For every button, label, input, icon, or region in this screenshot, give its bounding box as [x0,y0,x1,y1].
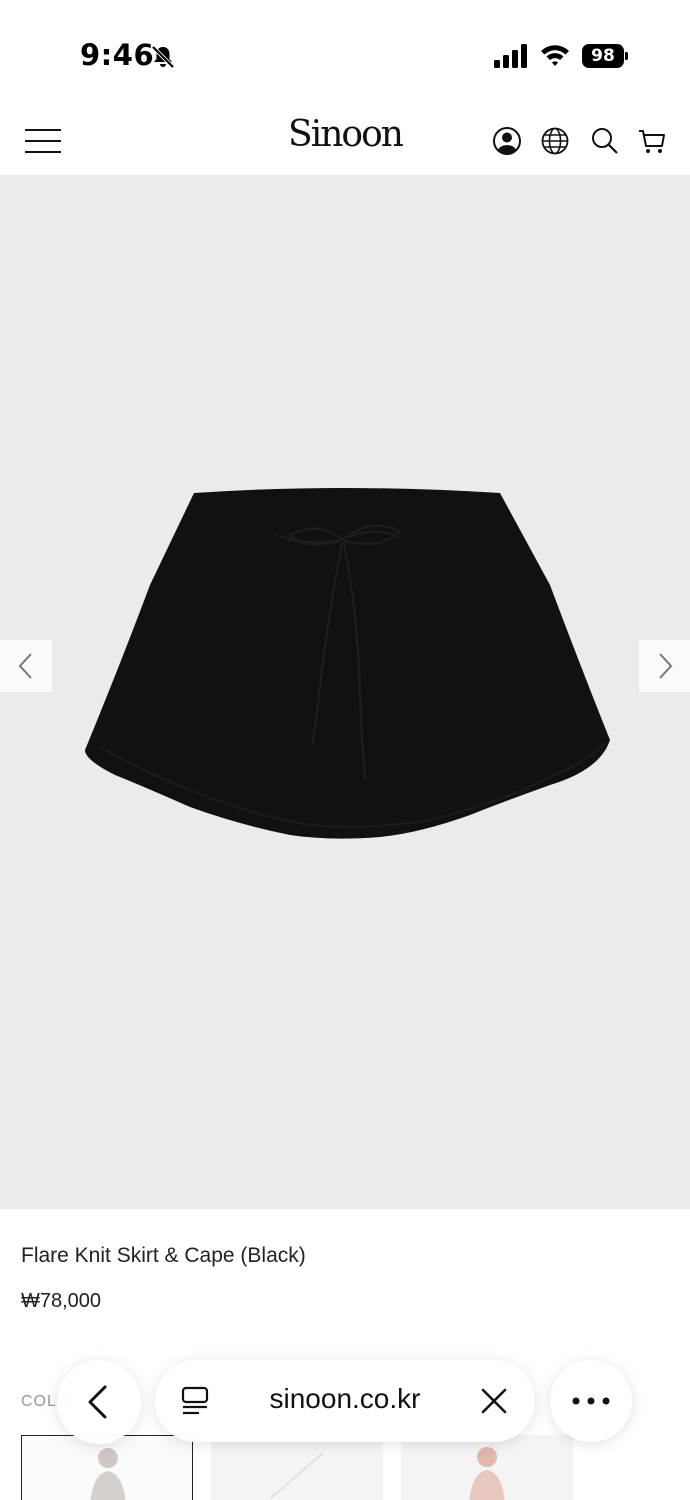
cellular-signal-icon [494,44,527,68]
more-dots-icon [572,1397,610,1405]
battery-level: 98 [582,44,624,68]
browser-back-button[interactable] [57,1360,141,1444]
product-price: ₩78,000 [21,1290,102,1312]
browser-url[interactable]: sinoon.co.kr [230,1383,460,1415]
browser-address-bar[interactable]: sinoon.co.kr [155,1360,535,1442]
battery-nub [625,52,628,60]
account-icon[interactable] [492,126,522,156]
chevron-right-icon [659,653,673,679]
product-gallery[interactable] [0,175,690,1209]
globe-icon[interactable] [540,126,570,156]
status-time: 9:46 [80,38,155,72]
browser-more-button[interactable] [550,1360,632,1442]
search-icon[interactable] [590,126,620,156]
site-logo[interactable]: Sinoon [270,114,420,155]
bell-muted-icon [151,45,175,69]
product-name: Flare Knit Skirt & Cape (Black) [21,1244,306,1267]
menu-icon[interactable] [25,127,61,155]
chevron-left-icon [88,1385,107,1419]
browser-toolbar: sinoon.co.kr [0,1340,690,1470]
site-header: Sinoon [0,100,690,175]
cart-icon[interactable] [637,126,667,156]
product-image-skirt [85,488,610,839]
page-menu-icon[interactable] [180,1386,210,1418]
gallery-prev-button[interactable] [0,640,52,692]
close-icon[interactable] [480,1387,508,1415]
battery-indicator: 98 [582,44,628,68]
chevron-left-icon [18,653,32,679]
wifi-icon [541,45,569,66]
gallery-next-button[interactable] [639,640,690,692]
status-bar: 9:46 98 [0,0,690,100]
